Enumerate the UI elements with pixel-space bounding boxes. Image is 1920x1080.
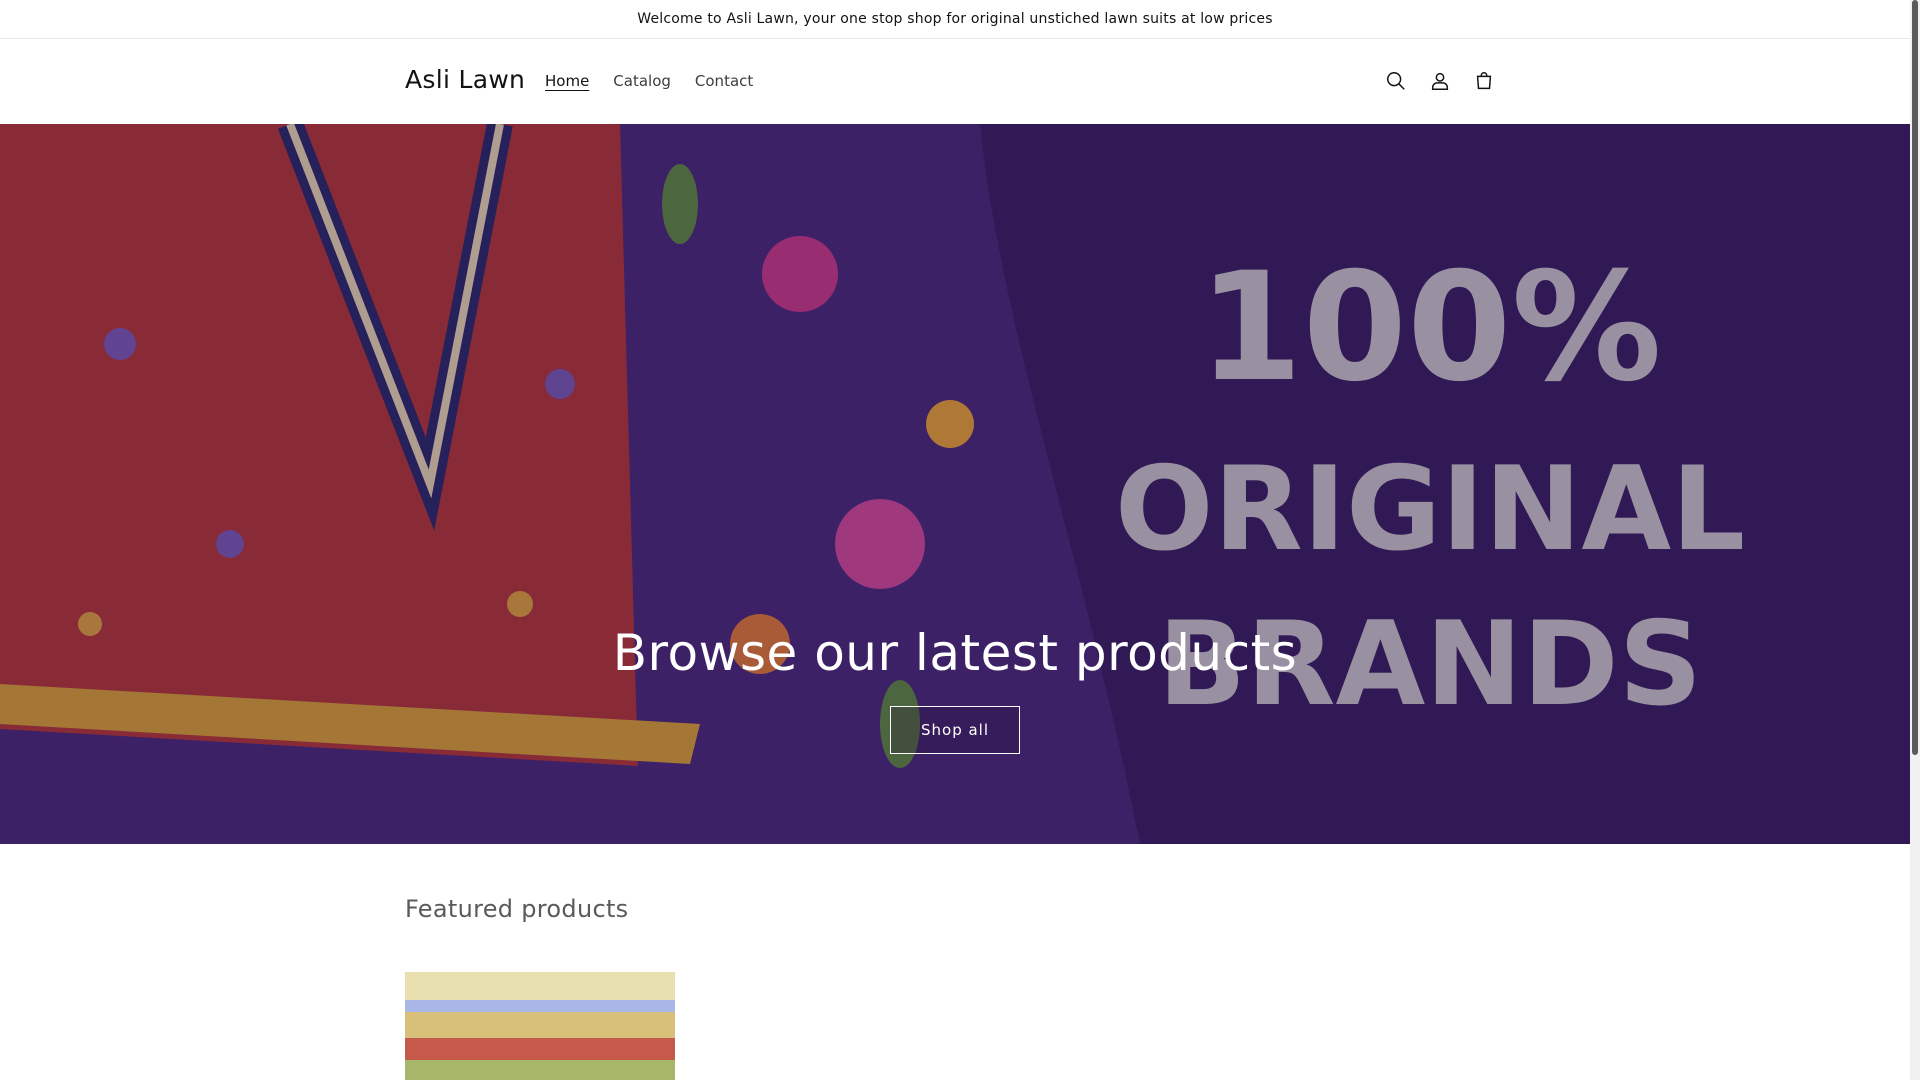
nav-contact[interactable]: Contact bbox=[683, 72, 765, 90]
hero-banner: 100% ORIGINAL BRANDS Browse our latest p… bbox=[0, 124, 1910, 844]
store-logo[interactable]: Asli Lawn bbox=[405, 65, 525, 94]
main-nav: Home Catalog Contact bbox=[533, 72, 765, 90]
cart-icon[interactable] bbox=[1469, 66, 1499, 96]
hero-heading: Browse our latest products bbox=[612, 624, 1298, 682]
announcement-text: Welcome to Asli Lawn, your one stop shop… bbox=[637, 11, 1273, 27]
account-icon[interactable] bbox=[1425, 66, 1455, 96]
shop-all-button[interactable]: Shop all bbox=[889, 706, 1021, 754]
site-header: Asli Lawn Home Catalog Contact bbox=[0, 39, 1910, 123]
scrollbar-thumb[interactable] bbox=[1912, 0, 1918, 755]
featured-products-title: Featured products bbox=[405, 895, 629, 923]
header-icons bbox=[1381, 66, 1499, 96]
hero-content: Browse our latest products Shop all bbox=[0, 624, 1910, 754]
search-icon[interactable] bbox=[1381, 66, 1411, 96]
nav-home[interactable]: Home bbox=[533, 72, 601, 90]
product-image bbox=[405, 972, 675, 1080]
announcement-bar: Welcome to Asli Lawn, your one stop shop… bbox=[0, 0, 1910, 39]
product-card[interactable] bbox=[405, 972, 675, 1080]
nav-catalog[interactable]: Catalog bbox=[601, 72, 683, 90]
